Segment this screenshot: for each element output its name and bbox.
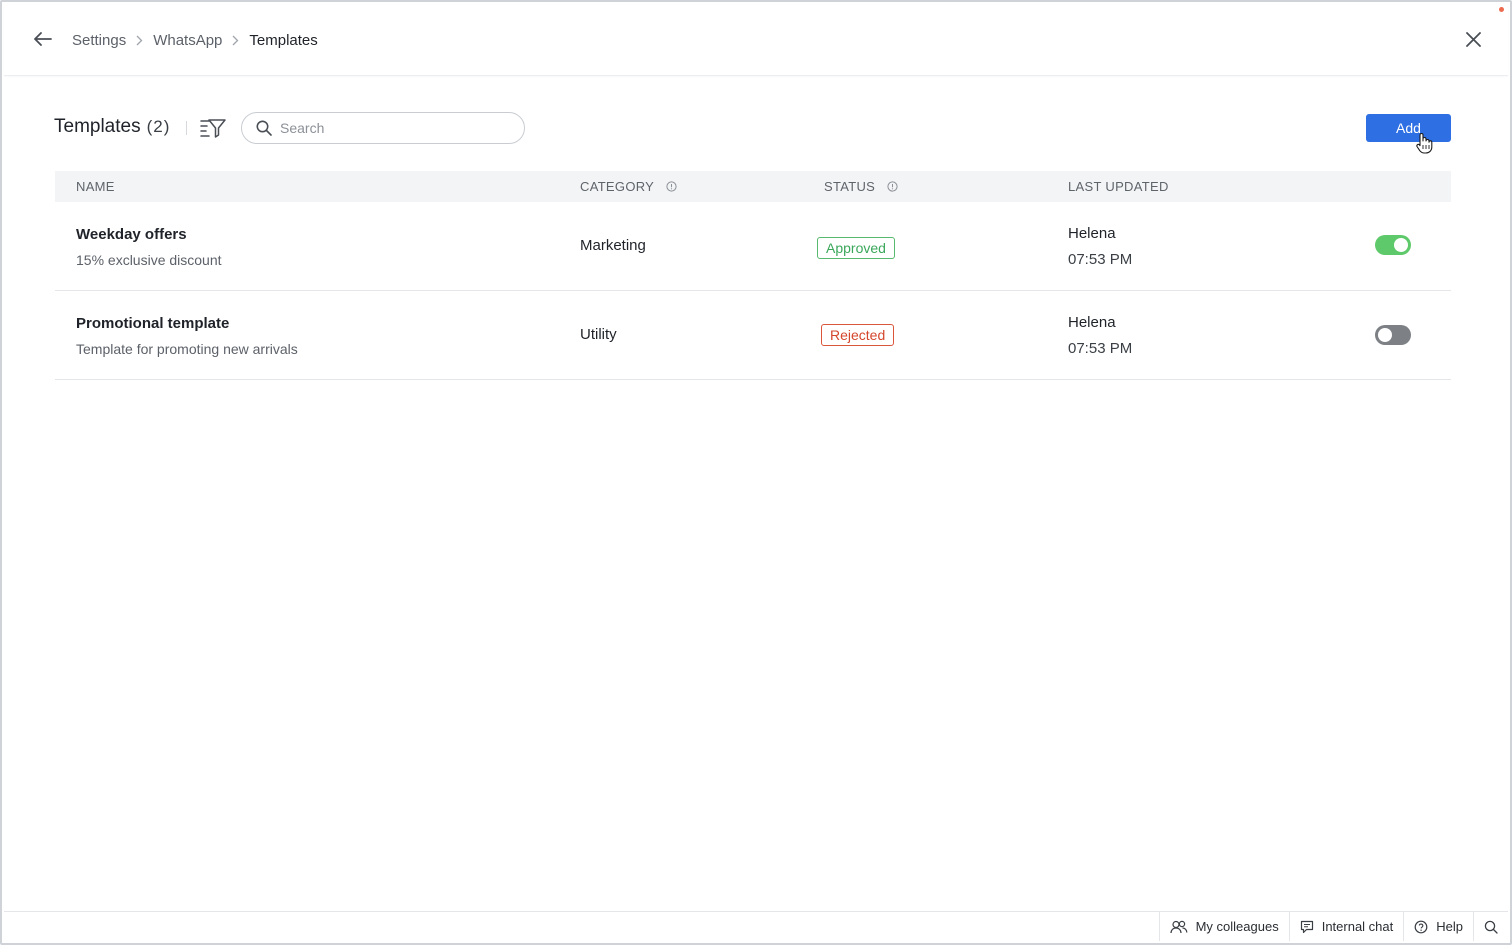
back-button[interactable] bbox=[32, 28, 54, 50]
search-box bbox=[241, 112, 525, 144]
hand-cursor-icon bbox=[1416, 133, 1433, 154]
search-icon bbox=[256, 120, 272, 136]
table-row[interactable]: Weekday offers 15% exclusive discount Ma… bbox=[55, 202, 1451, 291]
app-window: Settings WhatsApp Templates Templates (2… bbox=[0, 0, 1512, 945]
template-description: Template for promoting new arrivals bbox=[76, 341, 298, 357]
info-icon[interactable] bbox=[666, 181, 677, 192]
column-label: CATEGORY bbox=[580, 179, 655, 194]
toggle-knob bbox=[1378, 328, 1392, 342]
global-search-button[interactable] bbox=[1473, 912, 1508, 941]
updated-by: Helena bbox=[1068, 314, 1116, 331]
status-badge: Approved bbox=[817, 237, 895, 259]
template-name-cell: Promotional template Template for promot… bbox=[76, 315, 298, 357]
my-colleagues-button[interactable]: My colleagues bbox=[1158, 912, 1289, 941]
page-title-text: Templates bbox=[54, 116, 141, 137]
template-description: 15% exclusive discount bbox=[76, 252, 222, 268]
toggle-knob bbox=[1394, 238, 1408, 252]
last-updated-cell: Helena 07:53 PM bbox=[1068, 314, 1132, 357]
header-bar: Settings WhatsApp Templates bbox=[4, 4, 1508, 76]
template-count: (2) bbox=[146, 117, 171, 136]
template-category: Utility bbox=[580, 326, 617, 343]
column-header-status: STATUS bbox=[824, 179, 898, 194]
page-title: Templates (2) bbox=[54, 116, 170, 138]
status-cell: Rejected bbox=[821, 324, 895, 346]
arrow-left-icon bbox=[34, 32, 52, 46]
close-button[interactable] bbox=[1462, 28, 1484, 50]
column-label: NAME bbox=[76, 179, 115, 194]
bottom-bar: My colleagues Internal chat Help bbox=[4, 911, 1508, 941]
templates-table: NAME CATEGORY STATUS LAST UPDATED Weekda… bbox=[55, 171, 1451, 380]
updated-time: 07:53 PM bbox=[1068, 340, 1133, 357]
template-name: Promotional template bbox=[76, 315, 230, 332]
search-input[interactable] bbox=[280, 120, 500, 136]
internal-chat-label: Internal chat bbox=[1321, 919, 1394, 934]
template-name-cell: Weekday offers 15% exclusive discount bbox=[76, 226, 222, 268]
template-name: Weekday offers bbox=[76, 226, 187, 243]
status-badge: Rejected bbox=[821, 324, 895, 346]
help-icon bbox=[1414, 920, 1428, 933]
chevron-right-icon bbox=[232, 35, 239, 46]
search-icon bbox=[1484, 920, 1498, 934]
table-header: NAME CATEGORY STATUS LAST UPDATED bbox=[55, 171, 1451, 202]
filter-button[interactable] bbox=[200, 117, 226, 139]
updated-by: Helena bbox=[1068, 225, 1116, 242]
column-label: LAST UPDATED bbox=[1068, 179, 1169, 194]
internal-chat-button[interactable]: Internal chat bbox=[1288, 912, 1404, 941]
column-header-name: NAME bbox=[76, 179, 115, 194]
my-colleagues-label: My colleagues bbox=[1195, 919, 1279, 934]
column-label: STATUS bbox=[824, 179, 876, 194]
template-category: Marketing bbox=[580, 237, 646, 254]
status-cell: Approved bbox=[817, 237, 895, 259]
add-template-button[interactable]: Add bbox=[1366, 114, 1451, 142]
breadcrumb-settings[interactable]: Settings bbox=[72, 32, 126, 49]
help-label: Help bbox=[1436, 919, 1463, 934]
colleagues-icon bbox=[1169, 920, 1187, 933]
help-button[interactable]: Help bbox=[1403, 912, 1473, 941]
column-header-last-updated: LAST UPDATED bbox=[1068, 179, 1169, 194]
table-row[interactable]: Promotional template Template for promot… bbox=[55, 291, 1451, 380]
template-enabled-toggle[interactable] bbox=[1375, 325, 1411, 345]
breadcrumb-whatsapp[interactable]: WhatsApp bbox=[153, 32, 222, 49]
last-updated-cell: Helena 07:53 PM bbox=[1068, 225, 1132, 268]
updated-time: 07:53 PM bbox=[1068, 251, 1133, 268]
filter-icon bbox=[200, 119, 226, 138]
chat-icon bbox=[1300, 920, 1313, 933]
bottom-bar-items: My colleagues Internal chat Help bbox=[1158, 912, 1508, 941]
close-icon bbox=[1465, 31, 1481, 47]
template-enabled-toggle[interactable] bbox=[1375, 235, 1411, 255]
breadcrumb-templates: Templates bbox=[249, 31, 318, 49]
column-header-category: CATEGORY bbox=[580, 179, 677, 194]
breadcrumb: Settings WhatsApp Templates bbox=[72, 4, 318, 76]
info-icon[interactable] bbox=[887, 181, 898, 192]
divider bbox=[186, 121, 187, 135]
chevron-right-icon bbox=[136, 35, 143, 46]
